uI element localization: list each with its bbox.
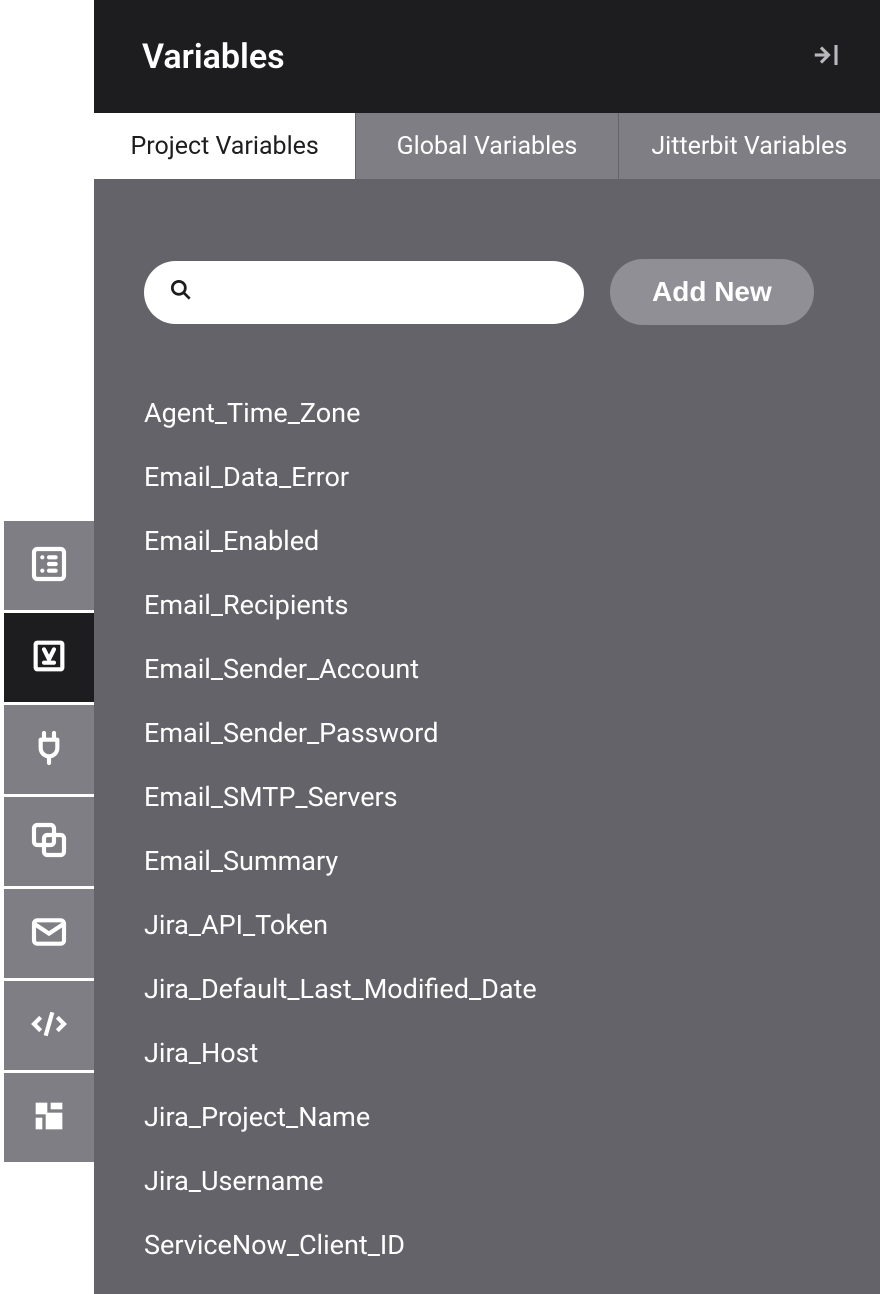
variable-list: Agent_Time_Zone Email_Data_Error Email_E… bbox=[144, 381, 830, 1294]
rail-item-variables[interactable] bbox=[4, 613, 94, 702]
rail-item-email[interactable] bbox=[4, 889, 94, 978]
variable-item[interactable]: Jira_Host bbox=[144, 1021, 830, 1085]
code-icon bbox=[29, 1004, 69, 1048]
tab-label: Project Variables bbox=[130, 132, 318, 161]
variable-item[interactable]: Jira_Default_Last_Modified_Date bbox=[144, 957, 830, 1021]
variable-item[interactable]: ServiceNow_Client_Secret bbox=[144, 1277, 830, 1294]
sidebar-rail bbox=[4, 521, 94, 1162]
variable-item[interactable]: Email_SMTP_Servers bbox=[144, 765, 830, 829]
calculator-icon bbox=[29, 544, 69, 588]
tab-project-variables[interactable]: Project Variables bbox=[94, 113, 356, 179]
variable-item[interactable]: Jira_Username bbox=[144, 1149, 830, 1213]
collapse-button[interactable] bbox=[806, 37, 846, 77]
toolbar: Add New bbox=[144, 259, 830, 325]
rail-item-calculator[interactable] bbox=[4, 521, 94, 610]
variable-item[interactable]: Email_Summary bbox=[144, 829, 830, 893]
tab-label: Jitterbit Variables bbox=[651, 132, 847, 161]
link-icon bbox=[29, 820, 69, 864]
tab-label: Global Variables bbox=[397, 132, 578, 161]
variable-item[interactable]: ServiceNow_Client_ID bbox=[144, 1213, 830, 1277]
panel-header: Variables bbox=[94, 0, 880, 113]
variable-item[interactable]: Agent_Time_Zone bbox=[144, 381, 830, 445]
tab-jitterbit-variables[interactable]: Jitterbit Variables bbox=[619, 113, 880, 179]
rail-item-code[interactable] bbox=[4, 981, 94, 1070]
variable-item[interactable]: Jira_API_Token bbox=[144, 893, 830, 957]
variables-icon bbox=[29, 636, 69, 680]
variable-item[interactable]: Email_Enabled bbox=[144, 509, 830, 573]
variable-item[interactable]: Email_Sender_Password bbox=[144, 701, 830, 765]
variable-item[interactable]: Email_Recipients bbox=[144, 573, 830, 637]
variable-item[interactable]: Jira_Project_Name bbox=[144, 1085, 830, 1149]
rail-item-link[interactable] bbox=[4, 797, 94, 886]
apps-icon bbox=[29, 1096, 69, 1140]
add-new-button[interactable]: Add New bbox=[610, 259, 814, 325]
variables-panel: Variables Project Variables Global Varia… bbox=[94, 0, 880, 1294]
search-input[interactable] bbox=[210, 279, 560, 305]
plug-icon bbox=[29, 728, 69, 772]
panel-content: Add New Agent_Time_Zone Email_Data_Error… bbox=[94, 179, 880, 1294]
tabs: Project Variables Global Variables Jitte… bbox=[94, 113, 880, 179]
search-icon bbox=[168, 277, 194, 307]
collapse-right-icon bbox=[811, 40, 841, 74]
panel-title: Variables bbox=[142, 37, 285, 77]
variable-item[interactable]: Email_Sender_Account bbox=[144, 637, 830, 701]
email-icon bbox=[29, 912, 69, 956]
rail-item-plug[interactable] bbox=[4, 705, 94, 794]
tab-global-variables[interactable]: Global Variables bbox=[356, 113, 618, 179]
search-box[interactable] bbox=[144, 261, 584, 324]
rail-item-apps[interactable] bbox=[4, 1073, 94, 1162]
variable-item[interactable]: Email_Data_Error bbox=[144, 445, 830, 509]
